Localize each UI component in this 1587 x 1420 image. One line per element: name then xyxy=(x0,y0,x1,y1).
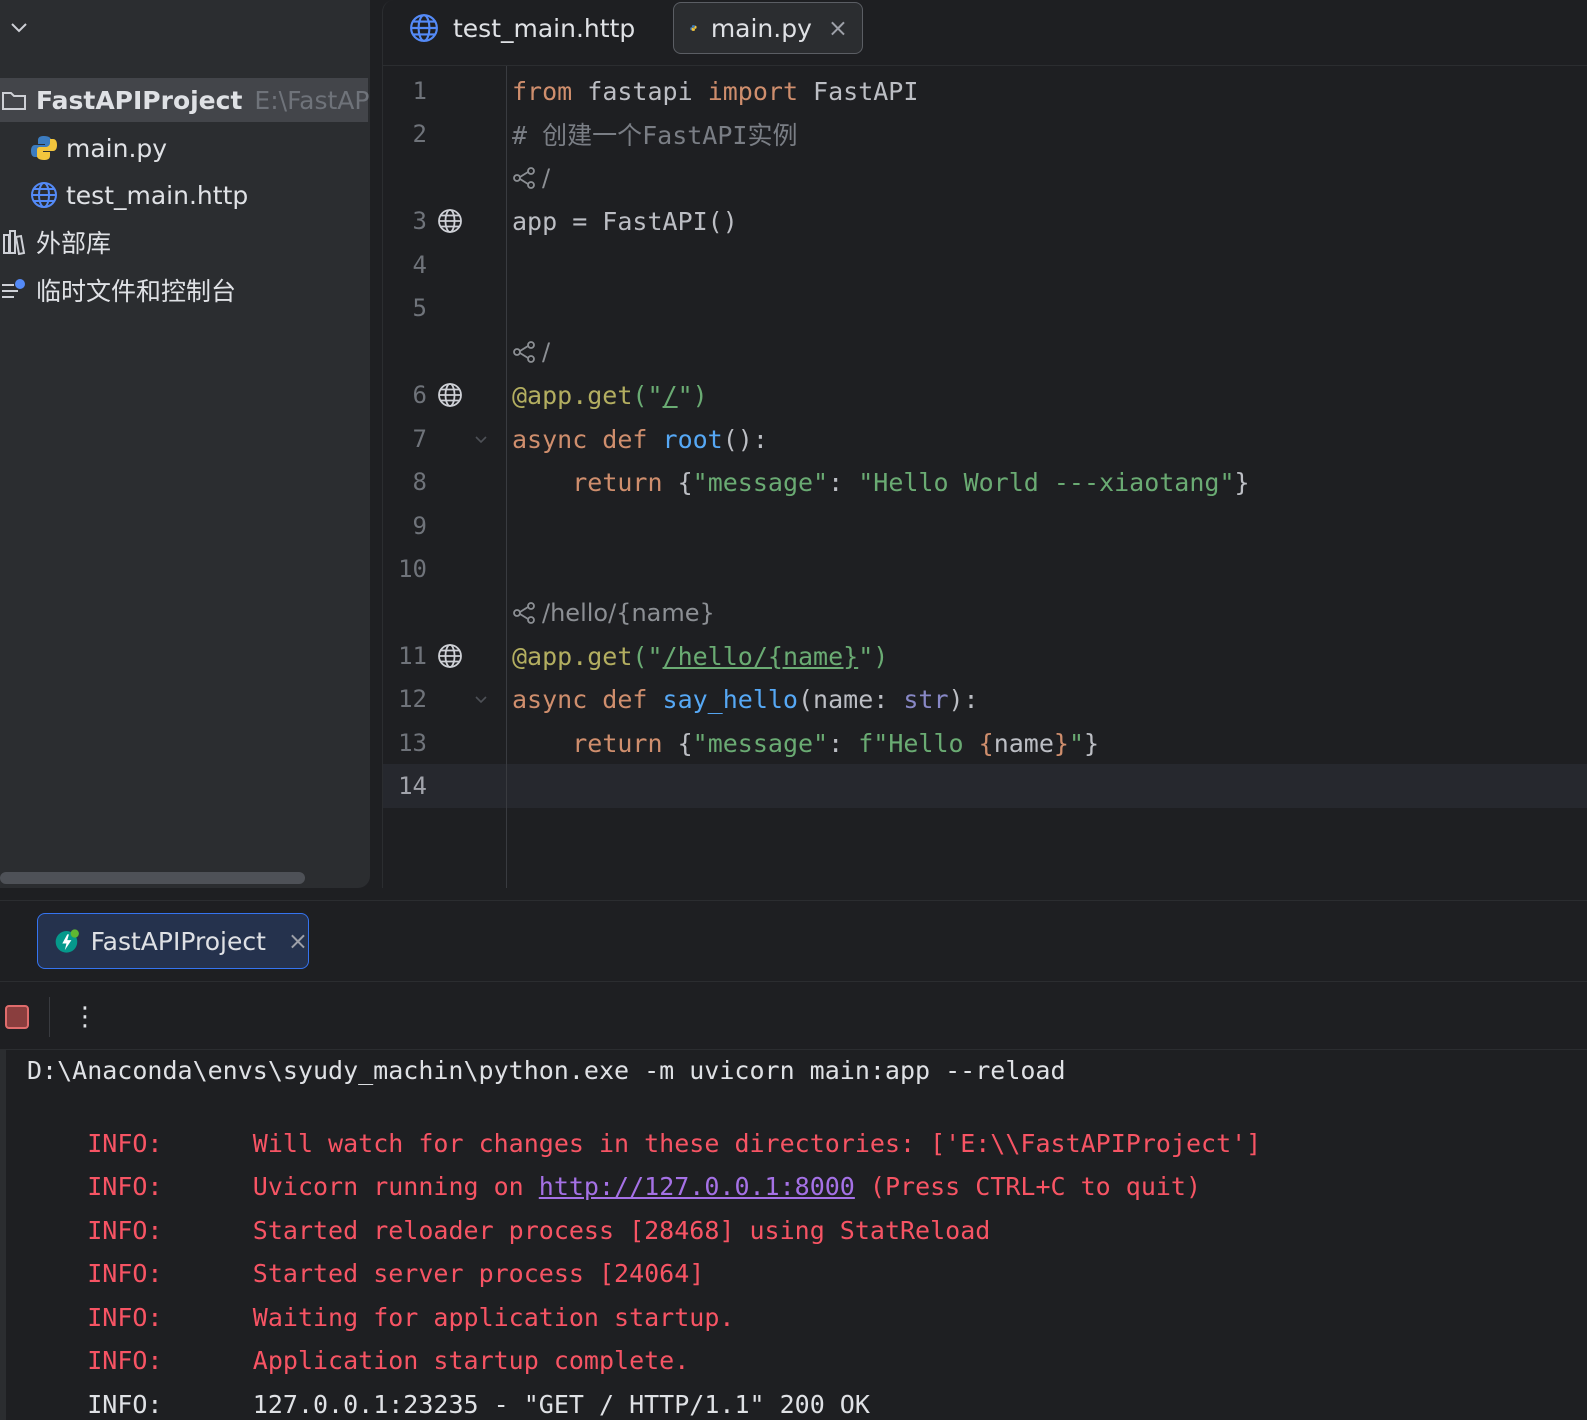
project-path: E:\FastAPIProj xyxy=(254,85,370,115)
chevron-down-icon[interactable] xyxy=(8,16,30,38)
console-line: INFO: 127.0.0.1:23235 - "GET / HTTP/1.1"… xyxy=(87,1390,870,1419)
run-tool-window: FastAPIProject × ⋮ D:\Anaconda\envs\syud… xyxy=(0,900,1587,1420)
code-text: return {"message": "Hello World ---xiaot… xyxy=(572,467,1250,497)
line-number: 1 xyxy=(412,77,427,105)
tree-item-main-py[interactable]: main.py xyxy=(0,126,167,170)
line-number: 7 xyxy=(412,425,427,453)
code-text: app = FastAPI() xyxy=(512,206,738,236)
globe-icon[interactable] xyxy=(437,208,463,234)
line-number: 14 xyxy=(398,772,427,800)
code-line: 9 xyxy=(383,504,1587,548)
inlay-label: /hello/{name} xyxy=(542,599,715,627)
endpoint-inlay-hint[interactable]: /hello/{name} xyxy=(512,599,715,627)
code-comment: # 创建一个FastAPI实例 xyxy=(512,121,798,150)
code-line: 7 async def root(): xyxy=(383,417,1587,461)
toolbar-separator xyxy=(0,981,1587,982)
endpoint-share-icon xyxy=(513,602,535,624)
project-name: FastAPIProject xyxy=(36,85,243,115)
library-icon xyxy=(0,228,28,256)
code-text: async def root(): xyxy=(512,424,768,454)
run-tab-label: FastAPIProject xyxy=(90,926,266,956)
endpoint-share-icon xyxy=(513,167,535,189)
horizontal-scrollbar[interactable] xyxy=(0,872,305,884)
code-editor[interactable]: test_main.http main.py × 1 from fastapi … xyxy=(382,0,1587,888)
globe-icon[interactable] xyxy=(437,643,463,669)
line-number: 9 xyxy=(412,512,427,540)
toolbar-divider xyxy=(49,997,50,1037)
stop-button[interactable] xyxy=(5,1005,29,1029)
python-file-icon xyxy=(690,25,697,31)
line-number: 5 xyxy=(412,294,427,322)
code-text: @app.get("/") xyxy=(512,380,708,410)
editor-tab-bar: test_main.http main.py × xyxy=(383,0,1587,66)
close-icon[interactable]: × xyxy=(828,14,848,42)
project-tool-window: FastAPIProject E:\FastAPIProj main.py te… xyxy=(0,0,370,888)
tab-label: test_main.http xyxy=(453,13,636,43)
globe-icon xyxy=(30,181,58,209)
code-line: 6 @app.get("/") xyxy=(383,373,1587,417)
line-number: 13 xyxy=(398,729,427,757)
inlay-label: / xyxy=(542,338,551,366)
tab-main-py[interactable]: main.py × xyxy=(673,2,863,54)
tree-item-scratches[interactable]: 临时文件和控制台 xyxy=(0,268,236,312)
tree-item-label: main.py xyxy=(66,133,168,163)
globe-icon[interactable] xyxy=(437,382,463,408)
tree-item-label: test_main.http xyxy=(66,180,249,210)
console-gutter xyxy=(0,1050,6,1420)
code-text: async def say_hello(name: str): xyxy=(512,684,979,714)
tree-root-project[interactable]: FastAPIProject E:\FastAPIProj xyxy=(0,78,370,122)
more-options-icon[interactable]: ⋮ xyxy=(72,999,98,1035)
scratches-icon xyxy=(0,276,28,304)
code-line: 3 app = FastAPI() xyxy=(383,199,1587,243)
line-number: 11 xyxy=(398,642,427,670)
code-line: 2 # 创建一个FastAPI实例 xyxy=(383,112,1587,156)
code-line: 8 return {"message": "Hello World ---xia… xyxy=(383,460,1587,504)
line-number: 2 xyxy=(412,120,427,148)
console-command-line: D:\Anaconda\envs\syudy_machin\python.exe… xyxy=(27,1056,1066,1085)
code-line: 12 async def say_hello(name: str): xyxy=(383,677,1587,721)
python-file-icon xyxy=(30,134,58,162)
tree-item-test-main-http[interactable]: test_main.http xyxy=(0,173,248,217)
fastapi-run-icon xyxy=(55,929,79,953)
code-line: 10 xyxy=(383,547,1587,591)
code-line: 13 return {"message": f"Hello {name}"} xyxy=(383,721,1587,765)
console-separator xyxy=(0,1049,1587,1050)
globe-icon xyxy=(410,14,438,42)
code-line: 5 xyxy=(383,286,1587,330)
inlay-label: / xyxy=(542,164,551,192)
tab-label: main.py xyxy=(710,13,812,43)
tree-item-external-libraries[interactable]: 外部库 xyxy=(0,220,111,264)
line-number: 3 xyxy=(412,207,427,235)
fold-chevron-icon[interactable] xyxy=(473,691,489,707)
code-line: 1 from fastapi import FastAPI xyxy=(383,69,1587,113)
code-line: 14 xyxy=(383,764,1587,808)
close-icon[interactable]: × xyxy=(288,927,308,955)
tab-test-main-http[interactable]: test_main.http xyxy=(383,2,653,54)
line-number: 12 xyxy=(398,685,427,713)
line-number: 10 xyxy=(398,555,427,583)
fold-chevron-icon[interactable] xyxy=(473,431,489,447)
line-number: 4 xyxy=(412,251,427,279)
tree-item-label: 临时文件和控制台 xyxy=(36,277,237,306)
line-number: 6 xyxy=(412,381,427,409)
run-tab-fastapiproject[interactable]: FastAPIProject × xyxy=(37,913,309,969)
code-line: 11 @app.get("/hello/{name}") xyxy=(383,634,1587,678)
tree-item-label: 外部库 xyxy=(36,229,112,258)
code-text: return {"message": f"Hello {name}"} xyxy=(572,728,1100,758)
folder-icon xyxy=(0,86,28,114)
endpoint-inlay-hint[interactable]: / xyxy=(512,338,550,366)
line-number: 8 xyxy=(412,468,427,496)
code-line: 4 xyxy=(383,243,1587,287)
code-text: from fastapi import FastAPI xyxy=(512,76,919,106)
endpoint-share-icon xyxy=(513,341,535,363)
code-text: @app.get("/hello/{name}") xyxy=(512,641,889,671)
endpoint-inlay-hint[interactable]: / xyxy=(512,164,550,192)
